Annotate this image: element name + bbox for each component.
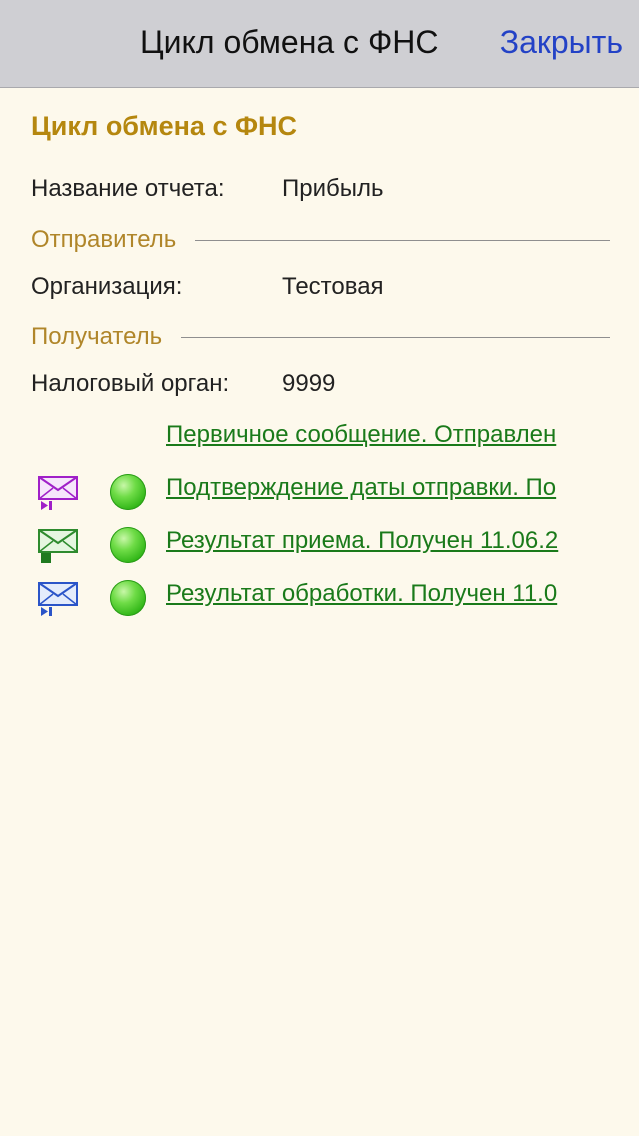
envelope-green-icon xyxy=(38,529,78,563)
message-link-processing-result[interactable]: Результат обработки. Получен 11.0 xyxy=(166,580,610,608)
sender-group-label: Отправитель xyxy=(31,226,177,253)
message-row-processing-result: Результат обработки. Получен 11.0 xyxy=(0,578,639,622)
status-green-icon xyxy=(110,474,146,510)
form-content: Цикл обмена с ФНС Название отчета: Прибы… xyxy=(0,89,639,1136)
message-row-primary: Первичное сообщение. Отправлен xyxy=(0,419,639,463)
report-name-row: Название отчета: Прибыль xyxy=(31,175,384,203)
report-name-label: Название отчета: xyxy=(31,175,225,202)
envelope-blue-icon xyxy=(38,582,78,616)
status-green-icon xyxy=(110,580,146,616)
organization-value: Тестовая xyxy=(282,273,384,300)
message-link-primary[interactable]: Первичное сообщение. Отправлен xyxy=(166,421,610,449)
message-row-acceptance-result: Результат приема. Получен 11.06.2 xyxy=(0,525,639,569)
nav-bar: Цикл обмена с ФНС Закрыть xyxy=(0,0,639,88)
envelope-purple-icon xyxy=(38,476,78,510)
message-link-send-confirmation[interactable]: Подтверждение даты отправки. По xyxy=(166,474,610,502)
message-link-acceptance-result[interactable]: Результат приема. Получен 11.06.2 xyxy=(166,527,610,555)
organization-row: Организация: Тестовая xyxy=(31,273,384,301)
tax-authority-row: Налоговый орган: 9999 xyxy=(31,370,335,398)
organization-label: Организация: xyxy=(31,273,183,300)
status-green-icon xyxy=(110,527,146,563)
close-button[interactable]: Закрыть xyxy=(500,24,623,61)
sender-group-header: Отправитель xyxy=(31,226,610,256)
recipient-group-label: Получатель xyxy=(31,323,163,350)
recipient-group-divider xyxy=(181,337,610,338)
tax-authority-value: 9999 xyxy=(282,370,336,397)
sender-group-divider xyxy=(195,240,610,241)
form-title: Цикл обмена с ФНС xyxy=(31,111,298,141)
tax-authority-label: Налоговый орган: xyxy=(31,370,230,397)
nav-title: Цикл обмена с ФНС xyxy=(140,24,439,60)
report-name-value: Прибыль xyxy=(282,175,384,202)
message-row-send-confirmation: Подтверждение даты отправки. По xyxy=(0,472,639,516)
recipient-group-header: Получатель xyxy=(31,323,610,353)
